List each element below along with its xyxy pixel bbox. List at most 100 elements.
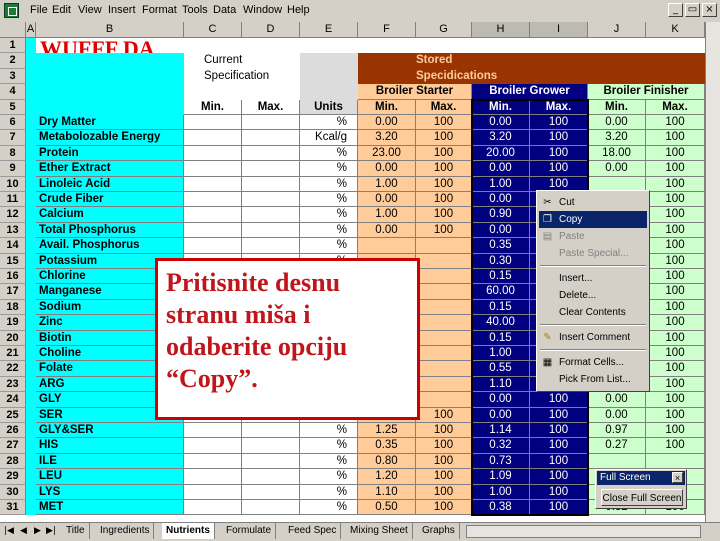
starter-max-cell[interactable]: 100 (416, 407, 472, 423)
nutrient-name[interactable]: Dry Matter (36, 115, 184, 131)
current-max-cell[interactable] (242, 176, 300, 192)
starter-min-cell[interactable]: 0.00 (358, 115, 416, 131)
row-header[interactable]: 28 (0, 453, 26, 470)
starter-max-cell[interactable]: 100 (416, 438, 472, 454)
finisher-max-cell[interactable]: 100 (646, 330, 705, 346)
units-cell[interactable]: % (300, 115, 358, 131)
grower-min-cell[interactable]: 0.35 (472, 238, 530, 254)
starter-max-cell[interactable]: 100 (416, 145, 472, 162)
row-header[interactable]: 8 (0, 145, 26, 162)
starter-max-cell[interactable] (416, 238, 472, 254)
starter-max-cell[interactable]: 100 (416, 130, 472, 146)
vertical-scrollbar[interactable] (705, 22, 720, 522)
sheet-tab-formulate[interactable]: Formulate (222, 523, 277, 539)
starter-max-cell[interactable] (416, 392, 472, 408)
sheet-tab-mixing-sheet[interactable]: Mixing Sheet (346, 523, 413, 539)
grower-min-cell[interactable]: 0.73 (472, 453, 530, 470)
row-header[interactable]: 19 (0, 315, 26, 331)
sheet-tab-feed-spec[interactable]: Feed Spec (284, 523, 342, 539)
grower-max-cell[interactable]: 100 (530, 438, 588, 454)
next-sheet-arrow-icon[interactable]: ▶ (34, 526, 41, 536)
row-header[interactable]: 30 (0, 484, 26, 500)
column-header-k[interactable]: K (646, 22, 705, 38)
menu-format[interactable]: Format (142, 4, 177, 16)
grower-min-cell[interactable]: 1.14 (472, 423, 530, 439)
starter-max-cell[interactable]: 100 (416, 161, 472, 177)
grower-min-cell[interactable]: 1.10 (472, 376, 530, 393)
menu-window[interactable]: Window (243, 4, 282, 16)
grower-min-cell[interactable]: 3.20 (472, 130, 530, 146)
row-header[interactable]: 9 (0, 161, 26, 177)
starter-max-cell[interactable]: 100 (416, 192, 472, 208)
row-header[interactable]: 1 (0, 38, 26, 54)
units-cell[interactable]: % (300, 145, 358, 162)
grower-min-cell[interactable]: 0.15 (472, 269, 530, 285)
current-max-cell[interactable] (242, 500, 300, 516)
current-min-cell[interactable] (184, 438, 242, 454)
nutrient-name[interactable]: Avail. Phosphorus (36, 238, 184, 254)
current-min-cell[interactable] (184, 222, 242, 239)
menu-file[interactable]: File (30, 4, 48, 16)
current-max-cell[interactable] (242, 115, 300, 131)
finisher-min-cell[interactable]: 0.27 (588, 438, 646, 454)
units-cell[interactable]: % (300, 207, 358, 223)
row-header[interactable]: 10 (0, 176, 26, 192)
grower-min-cell[interactable]: 0.00 (472, 115, 530, 131)
starter-min-cell[interactable]: 0.00 (358, 192, 416, 208)
ctx-item-delete[interactable]: Delete... (539, 287, 647, 304)
current-max-cell[interactable] (242, 438, 300, 454)
finisher-max-cell[interactable]: 100 (646, 269, 705, 285)
menu-insert[interactable]: Insert (108, 4, 136, 16)
restore-button[interactable]: ▭ (685, 3, 700, 17)
units-cell[interactable]: % (300, 500, 358, 516)
grower-min-cell[interactable]: 0.00 (472, 407, 530, 423)
starter-max-cell[interactable] (416, 299, 472, 316)
ctx-item-insert[interactable]: Insert... (539, 270, 647, 287)
sheet-tab-graphs[interactable]: Graphs (418, 523, 460, 539)
current-min-cell[interactable] (184, 423, 242, 439)
grower-max-cell[interactable]: 100 (530, 145, 588, 162)
units-cell[interactable]: % (300, 176, 358, 192)
starter-max-cell[interactable]: 100 (416, 484, 472, 500)
starter-max-cell[interactable] (416, 269, 472, 285)
starter-max-cell[interactable]: 100 (416, 176, 472, 192)
units-cell[interactable]: % (300, 484, 358, 500)
row-header[interactable]: 24 (0, 392, 26, 408)
close-button[interactable]: × (702, 3, 717, 17)
finisher-max-cell[interactable]: 100 (646, 376, 705, 393)
current-max-cell[interactable] (242, 469, 300, 485)
current-max-cell[interactable] (242, 484, 300, 500)
current-max-cell[interactable] (242, 161, 300, 177)
current-min-cell[interactable] (184, 192, 242, 208)
column-header-g[interactable]: G (416, 22, 472, 38)
row-header[interactable]: 2 (0, 53, 26, 69)
finisher-min-cell[interactable]: 0.00 (588, 407, 646, 423)
grower-max-cell[interactable]: 100 (530, 500, 588, 516)
starter-min-cell[interactable]: 1.25 (358, 423, 416, 439)
current-max-cell[interactable] (242, 222, 300, 239)
finisher-min-cell[interactable] (588, 453, 646, 470)
current-min-cell[interactable] (184, 238, 242, 254)
finisher-max-cell[interactable]: 100 (646, 115, 705, 131)
row-header[interactable]: 26 (0, 423, 26, 439)
starter-max-cell[interactable] (416, 284, 472, 300)
current-min-cell[interactable] (184, 484, 242, 500)
finisher-max-cell[interactable]: 100 (646, 423, 705, 439)
units-cell[interactable]: % (300, 453, 358, 470)
starter-min-cell[interactable]: 0.00 (358, 161, 416, 177)
nutrient-name[interactable]: LYS (36, 484, 184, 500)
column-header-i[interactable]: I (530, 22, 588, 38)
current-max-cell[interactable] (242, 145, 300, 162)
row-header[interactable]: 21 (0, 346, 26, 362)
row-header[interactable]: 16 (0, 269, 26, 285)
grower-max-cell[interactable]: 100 (530, 115, 588, 131)
starter-max-cell[interactable]: 100 (416, 500, 472, 516)
grower-min-cell[interactable]: 40.00 (472, 315, 530, 331)
grower-min-cell[interactable]: 0.00 (472, 161, 530, 177)
starter-max-cell[interactable]: 100 (416, 469, 472, 485)
grower-max-cell[interactable]: 100 (530, 407, 588, 423)
finisher-min-cell[interactable]: 18.00 (588, 145, 646, 162)
grower-min-cell[interactable]: 0.15 (472, 299, 530, 316)
current-min-cell[interactable] (184, 453, 242, 470)
starter-min-cell[interactable]: 1.00 (358, 207, 416, 223)
